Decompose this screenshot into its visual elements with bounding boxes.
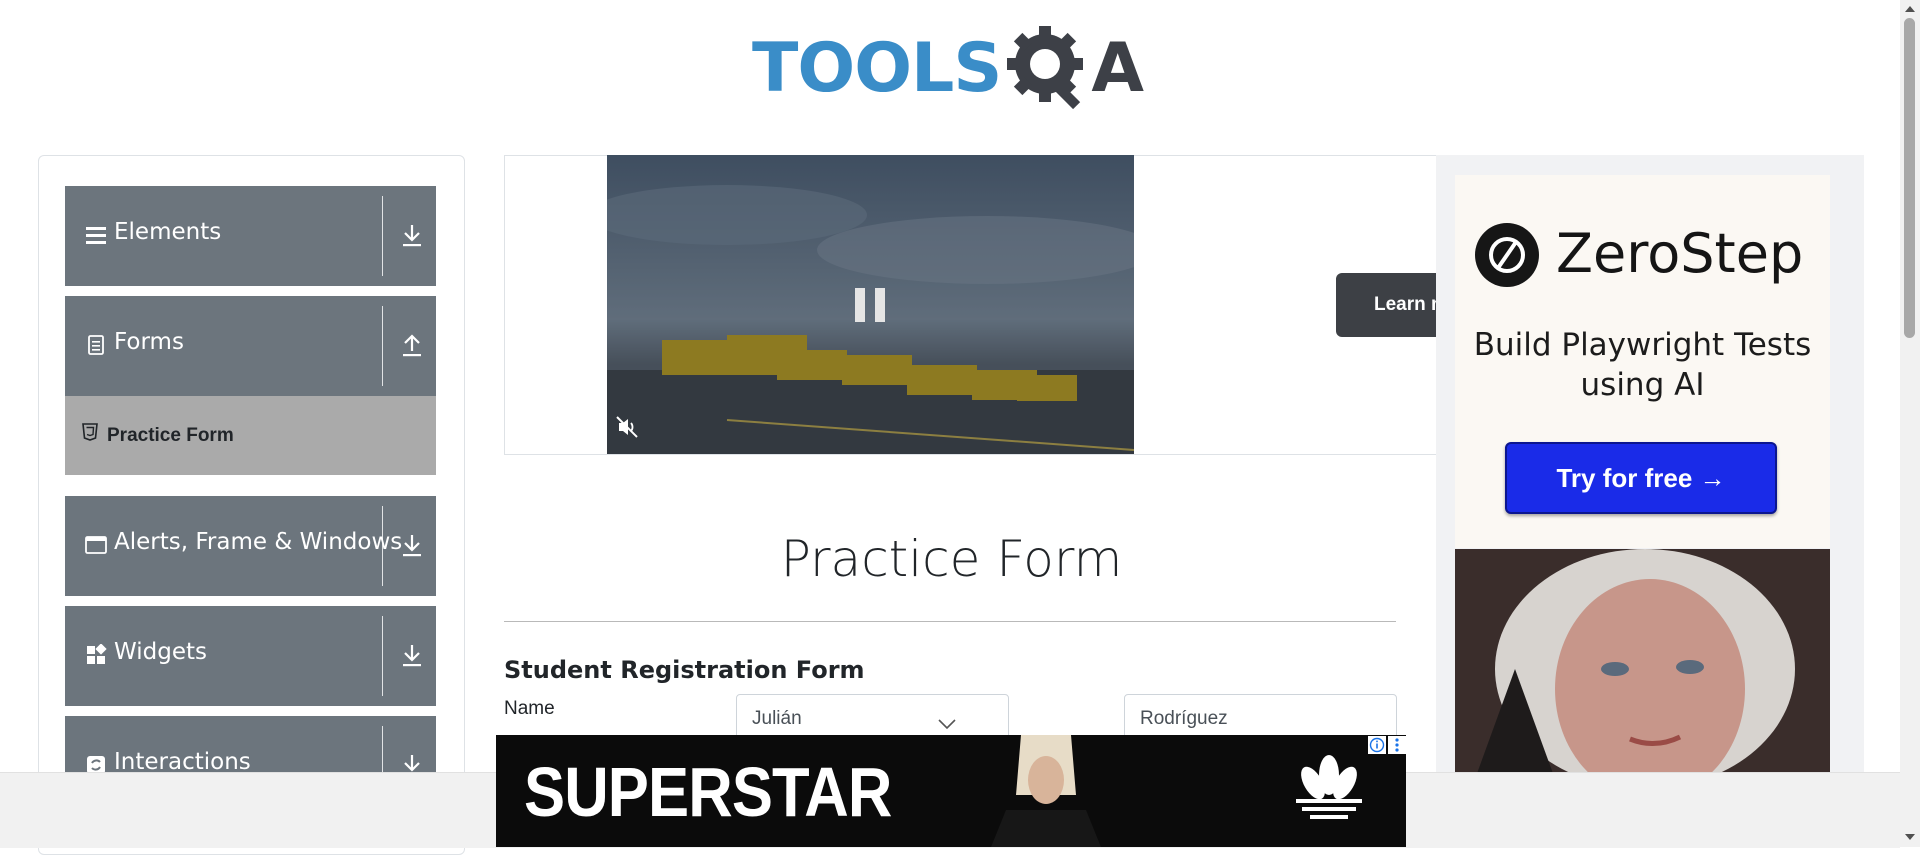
logo-suffix: A bbox=[1091, 28, 1144, 108]
banner-headline: SUPERSTAR bbox=[524, 753, 892, 831]
zerostep-logo-icon bbox=[1475, 223, 1539, 287]
form-subtitle: Student Registration Form bbox=[504, 656, 865, 684]
video-player[interactable] bbox=[607, 155, 1134, 454]
sidebar-group-label: Forms bbox=[114, 329, 184, 355]
sidebar-group-widgets[interactable]: Widgets bbox=[65, 606, 436, 706]
sidebar-group-elements[interactable]: Elements bbox=[65, 186, 436, 286]
download-arrow-icon[interactable] bbox=[400, 222, 424, 250]
sidebar-group-forms[interactable]: Forms bbox=[65, 296, 436, 396]
divider bbox=[504, 621, 1396, 622]
logo-gear-magnifier-icon bbox=[1007, 26, 1084, 110]
sidebar-group-label: Alerts, Frame & Windows bbox=[114, 529, 403, 555]
zerostep-brand: ZeroStep bbox=[1556, 222, 1804, 285]
ad-info-icon[interactable] bbox=[1368, 736, 1386, 754]
scrollbar-thumb[interactable] bbox=[1904, 18, 1915, 338]
window-icon bbox=[85, 536, 107, 554]
widgets-icon bbox=[87, 644, 107, 664]
ad-menu-icon[interactable] bbox=[1388, 736, 1406, 754]
chevron-down-icon bbox=[938, 719, 956, 730]
sidebar-item-label: Practice Form bbox=[107, 425, 234, 446]
group-divider bbox=[382, 196, 383, 276]
form-icon bbox=[88, 335, 104, 355]
learn-more-button[interactable]: Learn more bbox=[1336, 273, 1446, 337]
upload-arrow-icon[interactable] bbox=[400, 332, 424, 360]
group-divider bbox=[382, 506, 383, 586]
group-divider bbox=[382, 306, 383, 386]
download-arrow-icon[interactable] bbox=[400, 642, 424, 670]
try-for-free-button[interactable]: Try for free → bbox=[1505, 442, 1777, 514]
sidebar-group-label: Elements bbox=[114, 219, 222, 245]
scroll-down-arrow-icon[interactable] bbox=[1903, 832, 1917, 842]
html5-icon bbox=[82, 423, 98, 441]
banner-model-image bbox=[991, 735, 1101, 847]
name-label: Name bbox=[504, 698, 555, 719]
ad-photo-elderly-woman bbox=[1455, 549, 1830, 779]
scroll-up-arrow-icon[interactable] bbox=[1903, 4, 1917, 14]
sidebar-item-practice-form[interactable]: Practice Form bbox=[65, 396, 436, 475]
download-arrow-icon[interactable] bbox=[400, 532, 424, 560]
group-divider bbox=[382, 616, 383, 696]
list-icon bbox=[86, 227, 106, 244]
adidas-logo-icon bbox=[1296, 755, 1362, 819]
sidebar-group-label: Widgets bbox=[114, 639, 207, 665]
logo-text: TOOLS bbox=[752, 28, 1002, 108]
sidebar-group-alerts[interactable]: Alerts, Frame & Windows bbox=[65, 496, 436, 596]
zerostep-tagline: Build Playwright Tests using AI bbox=[1473, 327, 1812, 403]
page-title: Practice Form bbox=[780, 530, 1123, 588]
toolsqa-logo[interactable]: TOOLS A bbox=[752, 18, 1152, 118]
